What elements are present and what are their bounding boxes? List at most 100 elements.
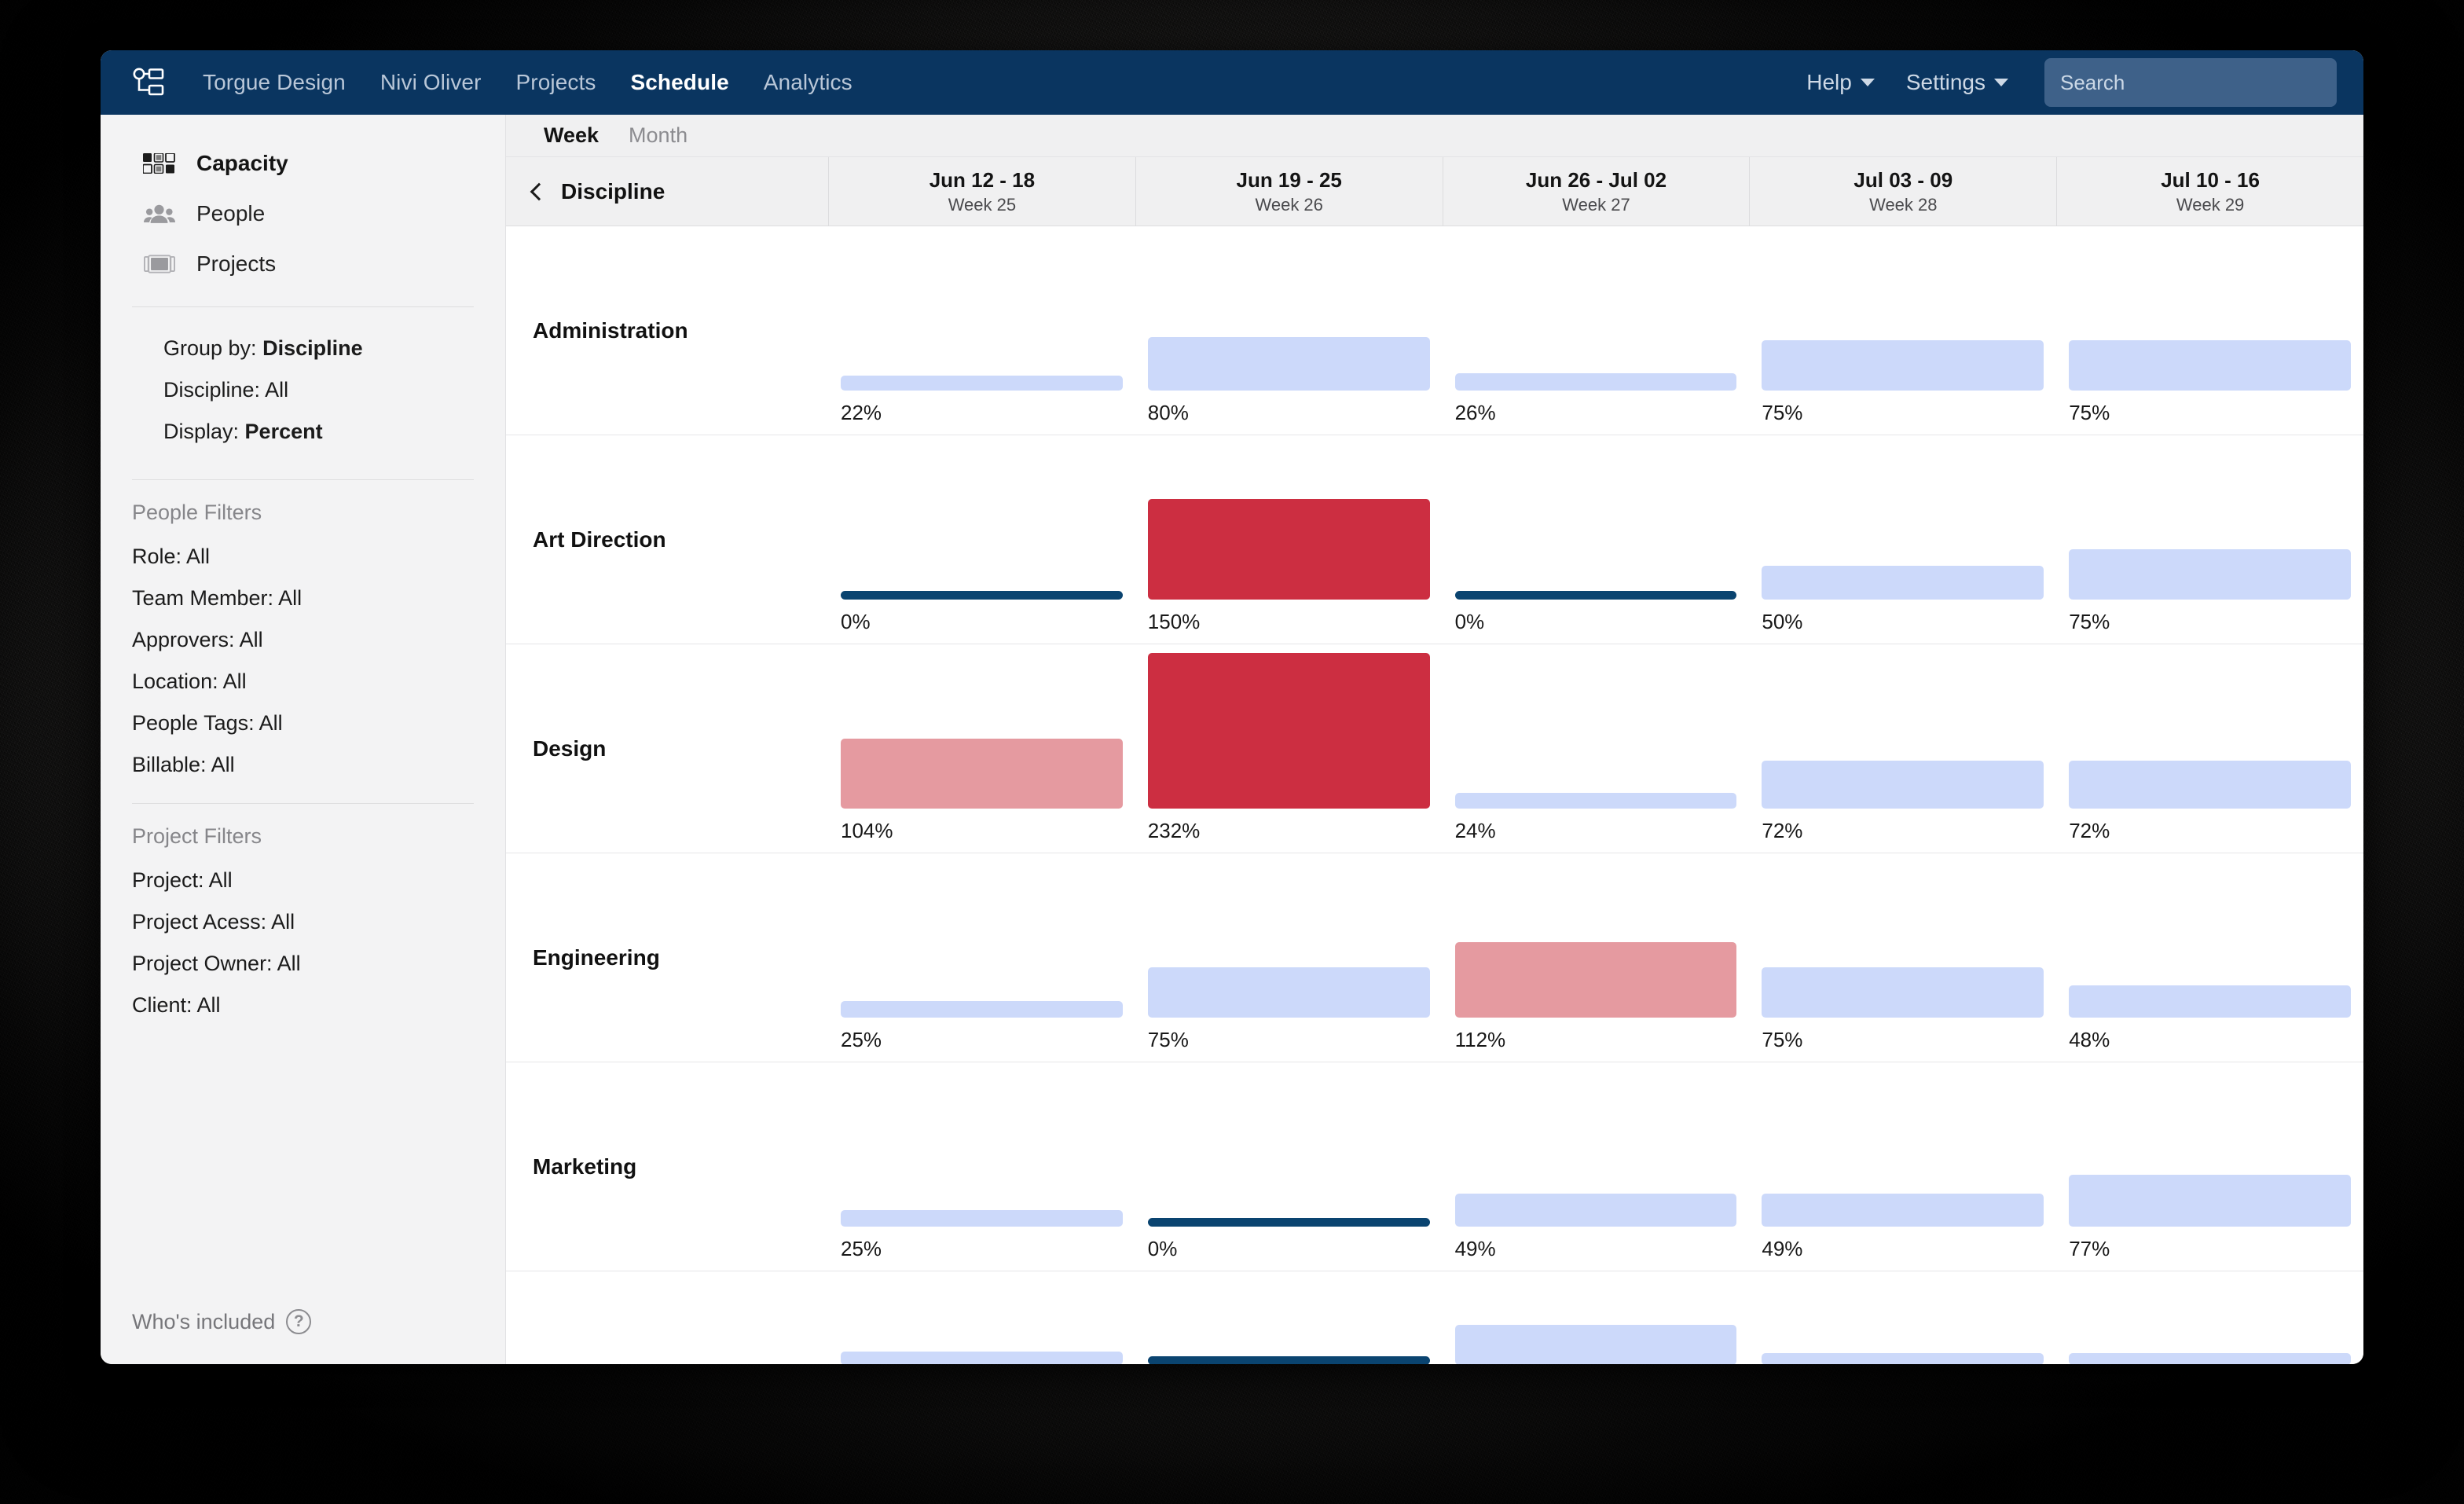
- capacity-bar[interactable]: [1762, 566, 2044, 600]
- capacity-cell[interactable]: 48%: [2056, 853, 2363, 1062]
- nav-link-projects[interactable]: Projects: [499, 64, 614, 101]
- capacity-cell[interactable]: [1443, 1271, 1750, 1364]
- whos-included-link[interactable]: Who's included ?: [132, 1309, 312, 1334]
- capacity-bar[interactable]: [1454, 942, 1737, 1018]
- capacity-bar[interactable]: [1147, 1356, 1430, 1364]
- chevron-left-icon[interactable]: [530, 182, 548, 200]
- capacity-cell[interactable]: 72%: [2056, 644, 2363, 853]
- filter-team-member[interactable]: Team Member: All: [101, 578, 505, 619]
- chevron-down-icon: [1994, 79, 2008, 86]
- capacity-bar[interactable]: [1147, 1218, 1430, 1227]
- nav-link-user[interactable]: Nivi Oliver: [363, 64, 499, 101]
- column-header-week-25[interactable]: Jun 12 - 18 Week 25: [828, 157, 1135, 226]
- sidebar-item-projects[interactable]: Projects: [101, 239, 505, 289]
- capacity-bar[interactable]: [1762, 967, 2044, 1018]
- capacity-bar[interactable]: [1147, 653, 1430, 809]
- nav-link-schedule[interactable]: Schedule: [613, 64, 746, 101]
- capacity-cell[interactable]: 0%: [828, 435, 1135, 644]
- capacity-cell[interactable]: 150%: [1135, 435, 1443, 644]
- capacity-cell[interactable]: 26%: [1443, 226, 1750, 435]
- capacity-bar[interactable]: [841, 1209, 1123, 1227]
- filter-people-tags[interactable]: People Tags: All: [101, 702, 505, 744]
- capacity-bar[interactable]: [1454, 1194, 1737, 1227]
- capacity-bar[interactable]: [1147, 498, 1430, 600]
- capacity-cell[interactable]: [1749, 1271, 2056, 1364]
- capacity-bar[interactable]: [1454, 372, 1737, 391]
- capacity-bar[interactable]: [841, 591, 1123, 600]
- question-mark-icon[interactable]: ?: [286, 1309, 312, 1334]
- capacity-cell[interactable]: 0%: [1443, 435, 1750, 644]
- capacity-cell[interactable]: 77%: [2056, 1062, 2363, 1271]
- capacity-bar[interactable]: [2069, 1352, 2351, 1364]
- capacity-cell[interactable]: [1135, 1271, 1443, 1364]
- capacity-bar[interactable]: [841, 1351, 1123, 1364]
- capacity-cell[interactable]: 0%: [1135, 1062, 1443, 1271]
- tab-week[interactable]: Week: [533, 120, 610, 151]
- capacity-cell[interactable]: 80%: [1135, 226, 1443, 435]
- capacity-bar[interactable]: [2069, 549, 2351, 600]
- sidebar-item-capacity[interactable]: Capacity: [101, 138, 505, 189]
- capacity-cell[interactable]: 72%: [1749, 644, 2056, 853]
- column-header-week-29[interactable]: Jul 10 - 16 Week 29: [2056, 157, 2363, 226]
- capacity-cell[interactable]: 75%: [1749, 853, 2056, 1062]
- capacity-bar[interactable]: [1762, 760, 2044, 809]
- capacity-bar[interactable]: [1454, 1324, 1737, 1364]
- tab-month[interactable]: Month: [618, 120, 698, 151]
- capacity-cell[interactable]: 50%: [1749, 435, 2056, 644]
- capacity-cell[interactable]: 22%: [828, 226, 1135, 435]
- filter-billable-value: All: [211, 753, 235, 776]
- capacity-bar[interactable]: [1762, 340, 2044, 391]
- column-header-week-27[interactable]: Jun 26 - Jul 02 Week 27: [1442, 157, 1750, 226]
- capacity-cell[interactable]: 24%: [1443, 644, 1750, 853]
- capacity-cell[interactable]: 112%: [1443, 853, 1750, 1062]
- group-by-setting[interactable]: Group by: Discipline: [132, 328, 505, 369]
- capacity-cell[interactable]: [2056, 1271, 2363, 1364]
- capacity-cell[interactable]: 75%: [2056, 435, 2363, 644]
- org-chart-icon[interactable]: [132, 67, 165, 98]
- settings-menu[interactable]: Settings: [1890, 64, 2024, 101]
- column-header-week-26[interactable]: Jun 19 - 25 Week 26: [1135, 157, 1443, 226]
- capacity-bar[interactable]: [841, 376, 1123, 391]
- filter-approvers[interactable]: Approvers: All: [101, 619, 505, 661]
- nav-link-org[interactable]: Torgue Design: [185, 64, 363, 101]
- filter-project[interactable]: Project: All: [101, 860, 505, 901]
- nav-link-analytics[interactable]: Analytics: [746, 64, 870, 101]
- column-header-week-28[interactable]: Jul 03 - 09 Week 28: [1749, 157, 2056, 226]
- filter-project-owner[interactable]: Project Owner: All: [101, 943, 505, 985]
- capacity-cell[interactable]: 49%: [1749, 1062, 2056, 1271]
- capacity-bar[interactable]: [1454, 591, 1737, 600]
- discipline-setting[interactable]: Discipline: All: [132, 369, 505, 411]
- capacity-bar[interactable]: [1762, 1352, 2044, 1364]
- filter-project-access[interactable]: Project Acess: All: [101, 901, 505, 943]
- capacity-cell[interactable]: [828, 1271, 1135, 1364]
- group-header-discipline[interactable]: Discipline: [506, 157, 828, 226]
- help-menu[interactable]: Help: [1791, 64, 1890, 101]
- capacity-cell[interactable]: 75%: [2056, 226, 2363, 435]
- capacity-cell[interactable]: 25%: [828, 1062, 1135, 1271]
- filter-role[interactable]: Role: All: [101, 536, 505, 578]
- filter-billable[interactable]: Billable: All: [101, 744, 505, 786]
- display-setting[interactable]: Display: Percent: [132, 411, 505, 453]
- capacity-bar[interactable]: [841, 739, 1123, 809]
- capacity-bar[interactable]: [2069, 760, 2351, 809]
- sidebar: Capacity People Projects Group by: Disci…: [101, 115, 506, 1364]
- capacity-cell[interactable]: 25%: [828, 853, 1135, 1062]
- capacity-cell[interactable]: 104%: [828, 644, 1135, 853]
- filter-location[interactable]: Location: All: [101, 661, 505, 702]
- capacity-bar[interactable]: [1147, 967, 1430, 1018]
- capacity-bar[interactable]: [841, 1000, 1123, 1018]
- capacity-bar[interactable]: [1762, 1194, 2044, 1227]
- capacity-bar[interactable]: [1147, 336, 1430, 391]
- capacity-cell[interactable]: 49%: [1443, 1062, 1750, 1271]
- sidebar-item-people[interactable]: People: [101, 189, 505, 239]
- capacity-cell[interactable]: 75%: [1135, 853, 1443, 1062]
- capacity-bar[interactable]: [2069, 985, 2351, 1018]
- search-input[interactable]: [2044, 58, 2337, 107]
- capacity-cell[interactable]: 75%: [1749, 226, 2056, 435]
- filter-project-access-label: Project Acess:: [132, 910, 267, 934]
- capacity-bar[interactable]: [2069, 1175, 2351, 1227]
- capacity-bar[interactable]: [2069, 340, 2351, 391]
- capacity-bar[interactable]: [1454, 792, 1737, 809]
- filter-client[interactable]: Client: All: [101, 985, 505, 1026]
- capacity-cell[interactable]: 232%: [1135, 644, 1443, 853]
